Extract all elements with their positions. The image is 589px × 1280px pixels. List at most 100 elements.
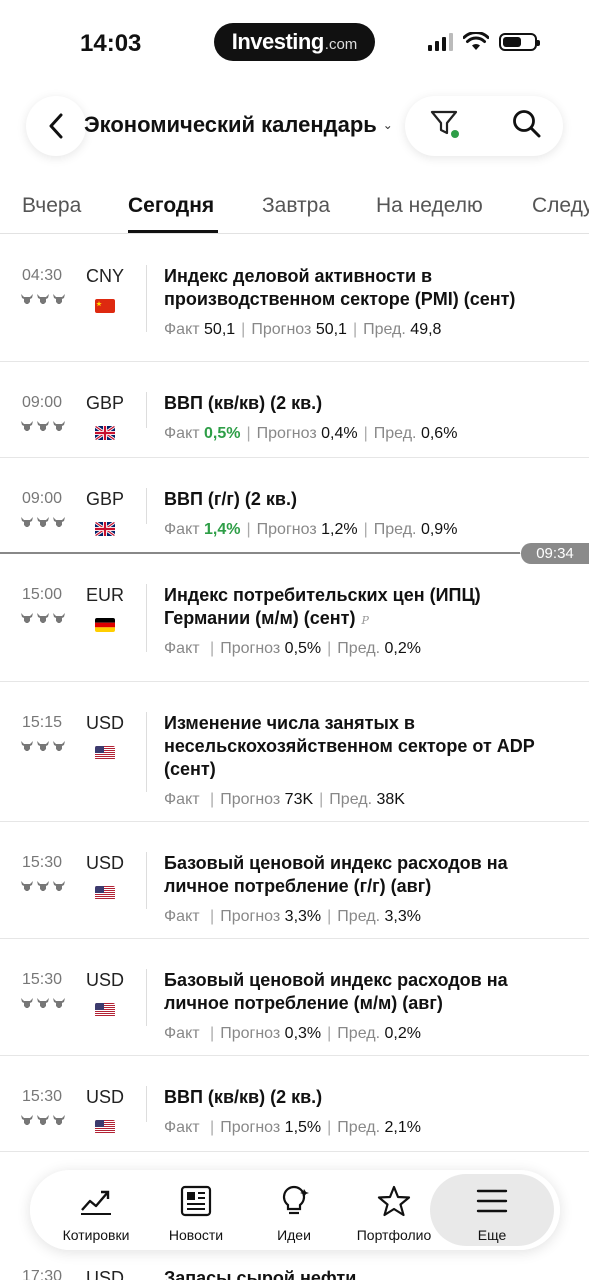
event-currency: CNY <box>86 266 125 286</box>
bull-icon <box>37 294 49 304</box>
event-name-text: Базовый ценовой индекс расходов на лично… <box>164 970 508 1013</box>
event-name-text: ВВП (г/г) (2 кв.) <box>164 489 297 509</box>
flag-us-icon <box>95 1120 115 1134</box>
actual-label: Факт <box>164 321 200 338</box>
actual-value: 50,1 <box>204 321 236 338</box>
event-time: 15:30 <box>22 971 63 988</box>
importance-indicator <box>20 1114 66 1126</box>
brand-main: Investing <box>231 29 325 54</box>
nav-ideas[interactable]: Идеи <box>244 1180 344 1243</box>
event-time: 15:30 <box>22 854 63 871</box>
bull-icon <box>53 613 65 623</box>
current-time-line <box>0 552 520 554</box>
actual-value: 1,4% <box>204 521 241 538</box>
previous-label: Пред. <box>337 1025 381 1042</box>
nav-quotes[interactable]: Котировки <box>46 1180 146 1243</box>
importance-indicator <box>20 420 66 432</box>
chevron-left-icon <box>49 113 63 139</box>
flag-gb-icon <box>95 522 115 536</box>
flag-us-icon <box>95 746 115 760</box>
forecast-label: Прогноз <box>256 521 317 538</box>
event-currency: EUR <box>86 585 125 605</box>
actual-label: Факт <box>164 521 200 538</box>
star-icon <box>377 1185 411 1217</box>
bull-icon <box>53 881 65 891</box>
event-row[interactable]: 15:15 USD Изменение числа занятых в несель… <box>0 682 589 822</box>
previous-value: 0,9% <box>420 521 458 538</box>
event-values: Факт 50,1 | Прогноз 50,1 | Пред. 49,8 <box>164 321 442 338</box>
flag-de-icon <box>95 618 115 632</box>
previous-value: 49,8 <box>410 321 442 338</box>
date-tabs: Вчера Сегодня Завтра На неделю Следу <box>0 182 589 234</box>
bull-icon <box>53 517 65 527</box>
tab-tomorrow[interactable]: Завтра <box>262 194 330 218</box>
page-title: Экономический календарь <box>84 112 377 137</box>
tab-yesterday[interactable]: Вчера <box>22 194 81 218</box>
flag-cn-icon <box>95 299 115 313</box>
forecast-label: Прогноз <box>220 908 281 925</box>
row-divider <box>146 392 147 428</box>
bull-icon <box>37 421 49 431</box>
title-dropdown[interactable]: Экономический календарь ⌄ <box>84 112 393 138</box>
event-values: Факт | Прогноз 0,5% | Пред. 0,2% <box>164 640 421 657</box>
event-row[interactable]: 09:00 GBP ВВП (г/г) (2 кв.) Факт 1,4% | Прогн… <box>0 458 589 554</box>
current-time-badge: 09:34 <box>521 543 589 564</box>
previous-value: 2,1% <box>384 1119 421 1136</box>
event-name: ВВП (кв/кв) (2 кв.) <box>164 392 564 415</box>
back-button[interactable] <box>26 96 86 156</box>
actual-label: Факт <box>164 640 200 657</box>
tab-next[interactable]: Следу <box>532 194 589 218</box>
app-header: Экономический календарь ⌄ <box>0 96 589 158</box>
bull-icon <box>53 741 65 751</box>
event-currency: USD <box>86 970 125 990</box>
tab-today[interactable]: Сегодня <box>128 194 214 218</box>
bull-icon <box>21 421 33 431</box>
event-values: Факт 0,5% | Прогноз 0,4% | Пред. 0,6% <box>164 425 458 442</box>
actual-label: Факт <box>164 791 200 808</box>
event-row[interactable]: 15:30 USD ВВП (кв/кв) (2 кв.) Факт | Прогноз… <box>0 1056 589 1152</box>
forecast-label: Прогноз <box>251 321 312 338</box>
bull-icon <box>37 998 49 1008</box>
event-row[interactable]: 15:30 USD Базовый ценовой индекс расходов … <box>0 939 589 1056</box>
previous-value: 0,2% <box>384 1025 421 1042</box>
tab-week[interactable]: На неделю <box>376 194 483 218</box>
bull-icon <box>21 613 33 623</box>
nav-news[interactable]: Новости <box>146 1180 246 1243</box>
event-name-text: ВВП (кв/кв) (2 кв.) <box>164 393 323 413</box>
event-name: Базовый ценовой индекс расходов на лично… <box>164 969 564 1015</box>
events-list: 04:30 CNY Индекс деловой активности в прои… <box>0 235 589 1152</box>
event-name-text: Изменение числа занятых в несельскохозяй… <box>164 713 535 779</box>
battery-icon <box>499 33 540 51</box>
nav-portfolio[interactable]: Портфолио <box>344 1180 444 1243</box>
importance-indicator <box>20 612 66 624</box>
flag-us-icon <box>95 886 115 900</box>
signal-icon <box>428 33 453 51</box>
nav-label: Новости <box>168 1227 224 1243</box>
search-button[interactable] <box>511 108 547 144</box>
event-row[interactable]: 15:00 EUR Индекс потребительских цен (ИПЦ)… <box>0 554 589 682</box>
bull-icon <box>21 998 33 1008</box>
previous-value: 0,2% <box>384 640 421 657</box>
previous-label: Пред. <box>337 908 381 925</box>
brand-logo: Investing .com <box>214 23 375 61</box>
forecast-label: Прогноз <box>220 1119 281 1136</box>
importance-indicator <box>20 516 66 528</box>
event-values: Факт | Прогноз 3,3% | Пред. 3,3% <box>164 908 421 925</box>
event-currency: USD <box>86 713 125 733</box>
bull-icon <box>21 294 33 304</box>
nav-label: Портфолио <box>356 1227 432 1243</box>
nav-more[interactable]: Еще <box>430 1174 554 1246</box>
event-name-text: Базовый ценовой индекс расходов на лично… <box>164 853 508 896</box>
flag-us-icon <box>95 1003 115 1017</box>
actual-value: 0,5% <box>204 425 241 442</box>
forecast-value: 0,3% <box>284 1025 322 1042</box>
event-row[interactable]: 09:00 GBP ВВП (кв/кв) (2 кв.) Факт 0,5% | Про… <box>0 362 589 458</box>
event-name-text: ВВП (кв/кв) (2 кв.) <box>164 1087 323 1107</box>
event-row[interactable]: 04:30 CNY Индекс деловой активности в прои… <box>0 235 589 362</box>
forecast-value: 1,5% <box>284 1119 322 1136</box>
forecast-label: Прогноз <box>220 1025 281 1042</box>
status-bar: 14:03 Investing .com <box>0 0 589 84</box>
event-values: Факт | Прогноз 0,3% | Пред. 0,2% <box>164 1025 421 1042</box>
event-row[interactable]: 15:30 USD Базовый ценовой индекс расходов … <box>0 822 589 939</box>
filter-button[interactable] <box>429 108 465 144</box>
